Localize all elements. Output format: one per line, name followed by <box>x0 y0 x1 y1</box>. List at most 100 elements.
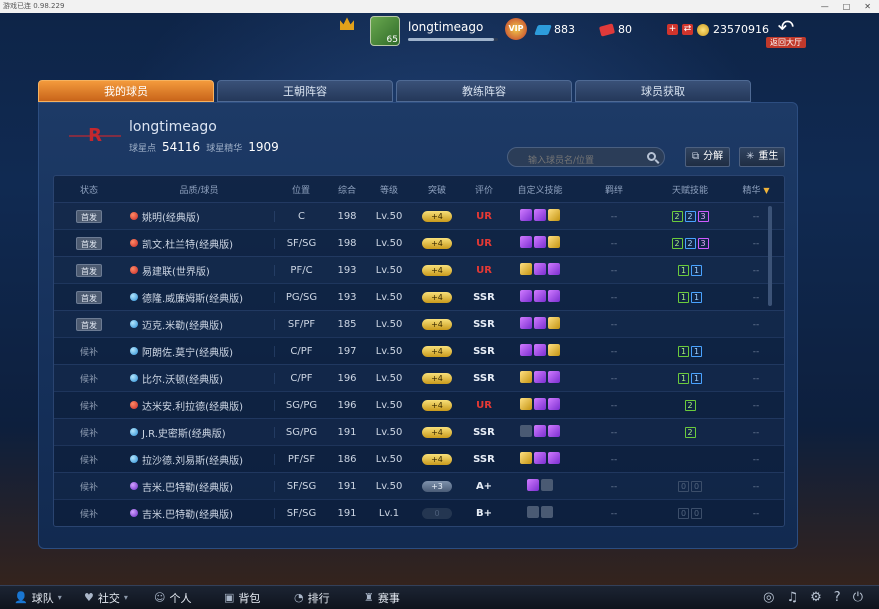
exit-icon[interactable]: ⏻ <box>853 590 863 605</box>
exchange-icon[interactable]: ⇄ <box>682 24 693 35</box>
table-row[interactable]: 首发 易建联(世界版) PF/C 193 Lv.50 +4 UR -- 11 -… <box>54 256 784 283</box>
header-level[interactable]: 等级 <box>366 183 412 196</box>
header-player[interactable]: 品质/球员 <box>124 183 274 196</box>
close-icon[interactable]: ✕ <box>864 0 871 13</box>
maximize-icon[interactable]: □ <box>843 0 851 13</box>
sort-desc-icon: ▼ <box>763 185 770 195</box>
skill-icon[interactable] <box>534 208 546 221</box>
talent-badge: 2 <box>671 210 683 222</box>
header-position[interactable]: 位置 <box>274 183 328 196</box>
skill-icon[interactable] <box>520 370 532 383</box>
crown-icon[interactable] <box>340 17 354 30</box>
skill-icon[interactable] <box>534 451 546 464</box>
rating-label: UR <box>476 210 492 222</box>
minimize-icon[interactable]: — <box>821 0 829 13</box>
skill-icon[interactable] <box>527 505 539 518</box>
vip-icon[interactable]: VIP <box>505 18 527 40</box>
skill-icon[interactable] <box>520 289 532 302</box>
rating-label: A+ <box>475 480 493 492</box>
breakthrough-cell: +4 <box>412 264 462 276</box>
skill-icon[interactable] <box>548 397 560 410</box>
back-to-lobby-button[interactable]: ↶ 返回大厅 <box>766 17 806 48</box>
nav-events[interactable]: ♜ 赛事 <box>364 590 420 606</box>
nav-profile[interactable]: ☺ 个人 <box>154 590 210 606</box>
talent-cell: 11 <box>654 291 726 303</box>
table-row[interactable]: 候补 J.R.史密斯(经典版) SG/PG 191 Lv.50 +4 SSR -… <box>54 418 784 445</box>
rating-label: SSR <box>473 426 495 438</box>
skill-icon[interactable] <box>534 289 546 302</box>
skill-icon[interactable] <box>520 424 532 437</box>
status-cell: 候补 <box>54 426 124 439</box>
header-rating[interactable]: 评价 <box>462 183 506 196</box>
skill-icon[interactable] <box>548 451 560 464</box>
header-breakthrough[interactable]: 突破 <box>412 183 462 196</box>
tab-dynasty-lineup[interactable]: 王朝阵容 <box>217 80 393 102</box>
tab-player-acquire[interactable]: 球员获取 <box>575 80 751 102</box>
nav-ranking[interactable]: ◔ 排行 <box>294 590 350 606</box>
skill-icon[interactable] <box>520 316 532 329</box>
table-row[interactable]: 候补 比尔.沃顿(经典版) C/PF 196 Lv.50 +4 SSR -- 1… <box>54 364 784 391</box>
skill-icon[interactable] <box>534 262 546 275</box>
support-icon[interactable]: ◎ <box>763 590 774 605</box>
header-talent[interactable]: 天赋技能 <box>654 183 726 196</box>
skill-icon[interactable] <box>520 235 532 248</box>
person-icon: ☺ <box>154 591 166 604</box>
tab-my-players[interactable]: 我的球员 <box>38 80 214 102</box>
skill-icon[interactable] <box>520 262 532 275</box>
quality-orb-icon <box>130 374 138 382</box>
nav-social[interactable]: ♥ 社交 ▾ <box>84 590 140 606</box>
table-row[interactable]: 首发 凯文.杜兰特(经典版) SF/SG 198 Lv.50 +4 UR -- … <box>54 229 784 256</box>
tab-coach-lineup[interactable]: 教练阵容 <box>396 80 572 102</box>
header-status[interactable]: 状态 <box>54 183 124 196</box>
skill-icon[interactable] <box>548 289 560 302</box>
header-bond[interactable]: 羁绊 <box>574 183 654 196</box>
scrollbar[interactable] <box>768 206 772 306</box>
settings-icon[interactable]: ⚙ <box>810 590 822 605</box>
add-icon[interactable]: + <box>667 24 678 35</box>
skill-icon[interactable] <box>548 316 560 329</box>
header-essence[interactable]: 精华 ▼ <box>726 183 784 196</box>
status-cell: 候补 <box>54 453 124 466</box>
table-row[interactable]: 首发 迈克.米勒(经典版) SF/PF 185 Lv.50 +4 SSR -- … <box>54 310 784 337</box>
skill-icon[interactable] <box>548 235 560 248</box>
avatar[interactable]: 65 <box>370 16 400 46</box>
table-row[interactable]: 候补 达米安.利拉德(经典版) SG/PG 196 Lv.50 +4 UR --… <box>54 391 784 418</box>
header-overall[interactable]: 综合 <box>328 183 366 196</box>
skill-icon[interactable] <box>520 343 532 356</box>
help-icon[interactable]: ? <box>834 590 841 605</box>
nav-team[interactable]: 👤 球队 ▾ <box>14 590 70 606</box>
skill-icon[interactable] <box>534 397 546 410</box>
search-icon[interactable] <box>647 152 656 161</box>
skill-icon[interactable] <box>534 316 546 329</box>
skill-icon[interactable] <box>541 505 553 518</box>
skill-icon[interactable] <box>541 478 553 491</box>
skill-icon[interactable] <box>548 262 560 275</box>
table-row[interactable]: 候补 吉米.巴特勒(经典版) SF/SG 191 Lv.1 0 B+ -- 00… <box>54 499 784 526</box>
music-icon[interactable]: ♫ <box>786 590 798 605</box>
skill-icon[interactable] <box>534 424 546 437</box>
decompose-button[interactable]: ⧉ 分解 <box>685 147 731 167</box>
skill-icon[interactable] <box>534 370 546 383</box>
status-cell: 首发 <box>54 290 124 304</box>
rating-cell: UR <box>462 238 506 249</box>
skill-icon[interactable] <box>548 424 560 437</box>
skill-icon[interactable] <box>527 478 539 491</box>
table-row[interactable]: 首发 姚明(经典版) C 198 Lv.50 +4 UR -- 223 -- <box>54 202 784 229</box>
table-row[interactable]: 候补 阿朗佐.莫宁(经典版) C/PF 197 Lv.50 +4 SSR -- … <box>54 337 784 364</box>
skill-icon[interactable] <box>548 208 560 221</box>
skill-icon[interactable] <box>534 343 546 356</box>
skill-icon[interactable] <box>520 397 532 410</box>
skill-icon[interactable] <box>548 343 560 356</box>
table-row[interactable]: 首发 德隆.威廉姆斯(经典版) PG/SG 193 Lv.50 +4 SSR -… <box>54 283 784 310</box>
skill-icon[interactable] <box>520 208 532 221</box>
skill-icon[interactable] <box>548 370 560 383</box>
skill-icon[interactable] <box>520 451 532 464</box>
reborn-button[interactable]: ✳ 重生 <box>739 147 786 167</box>
table-row[interactable]: 候补 吉米.巴特勒(经典版) SF/SG 191 Lv.50 +3 A+ -- … <box>54 472 784 499</box>
search-input[interactable] <box>508 152 638 170</box>
table-row[interactable]: 候补 拉沙德.刘易斯(经典版) PF/SF 186 Lv.50 +4 SSR -… <box>54 445 784 472</box>
nav-bag[interactable]: ▣ 背包 <box>224 590 280 606</box>
skill-icon[interactable] <box>534 235 546 248</box>
header-custom-skill[interactable]: 自定义技能 <box>506 183 574 196</box>
points-value: 54116 <box>162 140 201 154</box>
